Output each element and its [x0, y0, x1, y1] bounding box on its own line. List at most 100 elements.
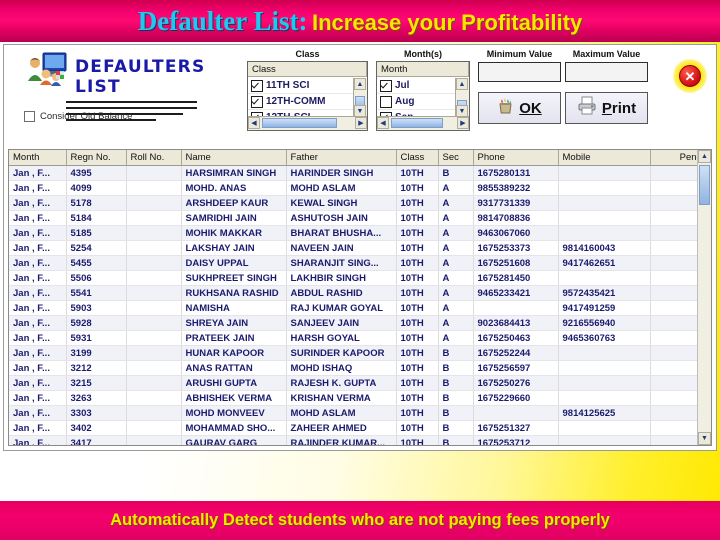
cell-mobile: [558, 225, 651, 241]
cell-month: Jan , F...: [9, 195, 67, 211]
month-vertical-scrollbar[interactable]: ▲ ▼: [455, 78, 469, 117]
cell-father: KEWAL SINGH: [286, 195, 397, 211]
cell-phone: 9317731339: [473, 195, 559, 211]
table-row[interactable]: Jan , F... 5185 MOHIK MAKKAR BHARAT BHUSHA.…: [9, 225, 711, 241]
table-row[interactable]: Jan , F... 5178 ARSHDEEP KAUR KEWAL SINGH 10…: [9, 195, 711, 211]
table-row[interactable]: Jan , F... 3212 ANAS RATTAN MOHD ISHAQ 10TH B…: [9, 360, 711, 376]
table-row[interactable]: Jan , F... 5931 PRATEEK JAIN HARSH GOYAL 10T…: [9, 330, 711, 346]
table-row[interactable]: Jan , F... 5903 NAMISHA RAJ KUMAR GOYAL 10TH…: [9, 300, 711, 316]
cell-phone: [473, 300, 559, 316]
class-listbox-items[interactable]: 11TH SCI 12TH-COMM 12TH-SCI: [248, 78, 354, 117]
cell-month: Jan , F...: [9, 300, 67, 316]
month-horizontal-scrollbar[interactable]: ◀ ▶: [377, 116, 469, 130]
checkbox-checked-icon[interactable]: [380, 79, 392, 92]
checkbox-checked-icon[interactable]: [251, 79, 263, 92]
cell-name: RUKHSANA RASHID: [181, 285, 287, 301]
table-row[interactable]: Jan , F... 5506 SUKHPREET SINGH LAKHBIR SIN…: [9, 270, 711, 286]
table-row[interactable]: Jan , F... 3263 ABHISHEK VERMA KRISHAN VERM…: [9, 390, 711, 406]
scroll-up-icon[interactable]: ▲: [456, 78, 468, 90]
table-row[interactable]: Jan , F... 4395 HARSIMRAN SINGH HARINDER SI…: [9, 165, 711, 181]
scroll-up-icon[interactable]: ▲: [698, 150, 711, 163]
cell-month: Jan , F...: [9, 330, 67, 346]
minimum-value-label: Minimum Value: [486, 49, 553, 59]
table-row[interactable]: Jan , F... 5254 LAKSHAY JAIN NAVEEN JAIN 10T…: [9, 240, 711, 256]
table-row[interactable]: Jan , F... 5541 RUKHSANA RASHID ABDUL RASHI…: [9, 285, 711, 301]
minimum-value-input[interactable]: [478, 62, 561, 82]
cell-mobile: 9465360763: [558, 330, 651, 346]
month-listbox-items[interactable]: Jul Aug Sep: [377, 78, 456, 117]
cell-phone: 1675280131: [473, 165, 559, 181]
cell-roll-no: [126, 360, 182, 376]
cell-roll-no: [126, 420, 182, 436]
table-row[interactable]: Jan , F... 3303 MOHD MONVEEV MOHD ASLAM 10TH…: [9, 405, 711, 421]
table-row[interactable]: Jan , F... 3215 ARUSHI GUPTA RAJESH K. GUPT…: [9, 375, 711, 391]
defaulters-grid[interactable]: Month Regn No. Roll No. Name Father Clas…: [8, 149, 712, 446]
cell-roll-no: [126, 165, 182, 181]
ok-button[interactable]: OK: [478, 92, 561, 124]
table-row[interactable]: Jan , F... 3402 MOHAMMAD SHO... ZAHEER AHME…: [9, 420, 711, 436]
ok-button-label: OK: [519, 99, 542, 117]
col-class[interactable]: Class: [396, 150, 439, 166]
scroll-left-icon[interactable]: ◀: [377, 117, 389, 129]
month-item-1[interactable]: Aug: [377, 94, 456, 110]
scroll-down-icon[interactable]: ▼: [698, 432, 711, 445]
cell-phone: 9814708836: [473, 210, 559, 226]
checkbox-unchecked-icon[interactable]: [380, 95, 392, 108]
checkbox-box-icon[interactable]: [24, 111, 35, 122]
banner-title-main: Defaulter List: [137, 5, 299, 36]
cell-father: RAJ KUMAR GOYAL: [286, 300, 397, 316]
close-icon[interactable]: ✕: [679, 65, 701, 87]
table-row[interactable]: Jan , F... 5184 SAMRIDHI JAIN ASHUTOSH JAIN…: [9, 210, 711, 226]
cell-father: HARINDER SINGH: [286, 165, 397, 181]
cell-roll-no: [126, 180, 182, 196]
col-roll-no[interactable]: Roll No.: [126, 150, 182, 166]
col-month[interactable]: Month: [9, 150, 67, 166]
cell-mobile: [558, 360, 651, 376]
table-row[interactable]: Jan , F... 3417 GAURAV GARG RAJINDER KUMAR.…: [9, 435, 711, 445]
print-button[interactable]: Print: [565, 92, 648, 124]
cell-roll-no: [126, 330, 182, 346]
cell-class: 10TH: [396, 420, 439, 436]
consider-old-balance-checkbox[interactable]: Consider Old Balance: [24, 111, 132, 122]
class-item-1[interactable]: 12TH-COMM: [248, 94, 354, 110]
checkbox-checked-icon[interactable]: [251, 95, 263, 108]
cell-name: GAURAV GARG: [181, 435, 287, 445]
maximum-value-input[interactable]: [565, 62, 648, 82]
cell-phone: 9023684413: [473, 315, 559, 331]
month-item-0[interactable]: Jul: [377, 78, 456, 94]
scroll-left-icon[interactable]: ◀: [248, 117, 260, 129]
col-phone[interactable]: Phone: [473, 150, 559, 166]
cell-phone: 9855389232: [473, 180, 559, 196]
cell-month: Jan , F...: [9, 420, 67, 436]
scroll-right-icon[interactable]: ▶: [457, 117, 469, 129]
grid-vertical-scrollbar[interactable]: ▲ ▼: [697, 150, 711, 445]
grid-vscroll-thumb[interactable]: [699, 165, 710, 205]
brand-title: DEFAULTERS LIST: [75, 57, 206, 97]
class-horizontal-scrollbar[interactable]: ◀ ▶: [248, 116, 367, 130]
cell-name: ARSHDEEP KAUR: [181, 195, 287, 211]
month-listbox[interactable]: Month Jul Aug Sep ▲: [376, 61, 470, 131]
class-item-0[interactable]: 11TH SCI: [248, 78, 354, 94]
cell-sec: A: [438, 285, 474, 301]
table-row[interactable]: Jan , F... 5928 SHREYA JAIN SANJEEV JAIN 10T…: [9, 315, 711, 331]
table-row[interactable]: Jan , F... 3199 HUNAR KAPOOR SURINDER KAPOO…: [9, 345, 711, 361]
col-father[interactable]: Father: [286, 150, 397, 166]
col-mobile[interactable]: Mobile: [558, 150, 651, 166]
cell-month: Jan , F...: [9, 165, 67, 181]
scroll-right-icon[interactable]: ▶: [355, 117, 367, 129]
cell-class: 10TH: [396, 195, 439, 211]
cell-class: 10TH: [396, 435, 439, 445]
col-name[interactable]: Name: [181, 150, 287, 166]
cell-father: ABDUL RASHID: [286, 285, 397, 301]
table-row[interactable]: Jan , F... 5455 DAISY UPPAL SHARANJIT SING.…: [9, 255, 711, 271]
col-regn-no[interactable]: Regn No.: [66, 150, 127, 166]
class-listbox[interactable]: Class 11TH SCI 12TH-COMM 12TH-SCI: [247, 61, 368, 131]
col-sec[interactable]: Sec: [438, 150, 474, 166]
close-button[interactable]: ✕: [673, 59, 707, 93]
class-hscroll-thumb[interactable]: [262, 118, 337, 128]
scroll-up-icon[interactable]: ▲: [354, 78, 366, 90]
class-vertical-scrollbar[interactable]: ▲ ▼: [353, 78, 367, 117]
table-row[interactable]: Jan , F... 4099 MOHD. ANAS MOHD ASLAM 10TH A 9…: [9, 180, 711, 196]
month-hscroll-thumb[interactable]: [391, 118, 443, 128]
cell-father: HARSH GOYAL: [286, 330, 397, 346]
